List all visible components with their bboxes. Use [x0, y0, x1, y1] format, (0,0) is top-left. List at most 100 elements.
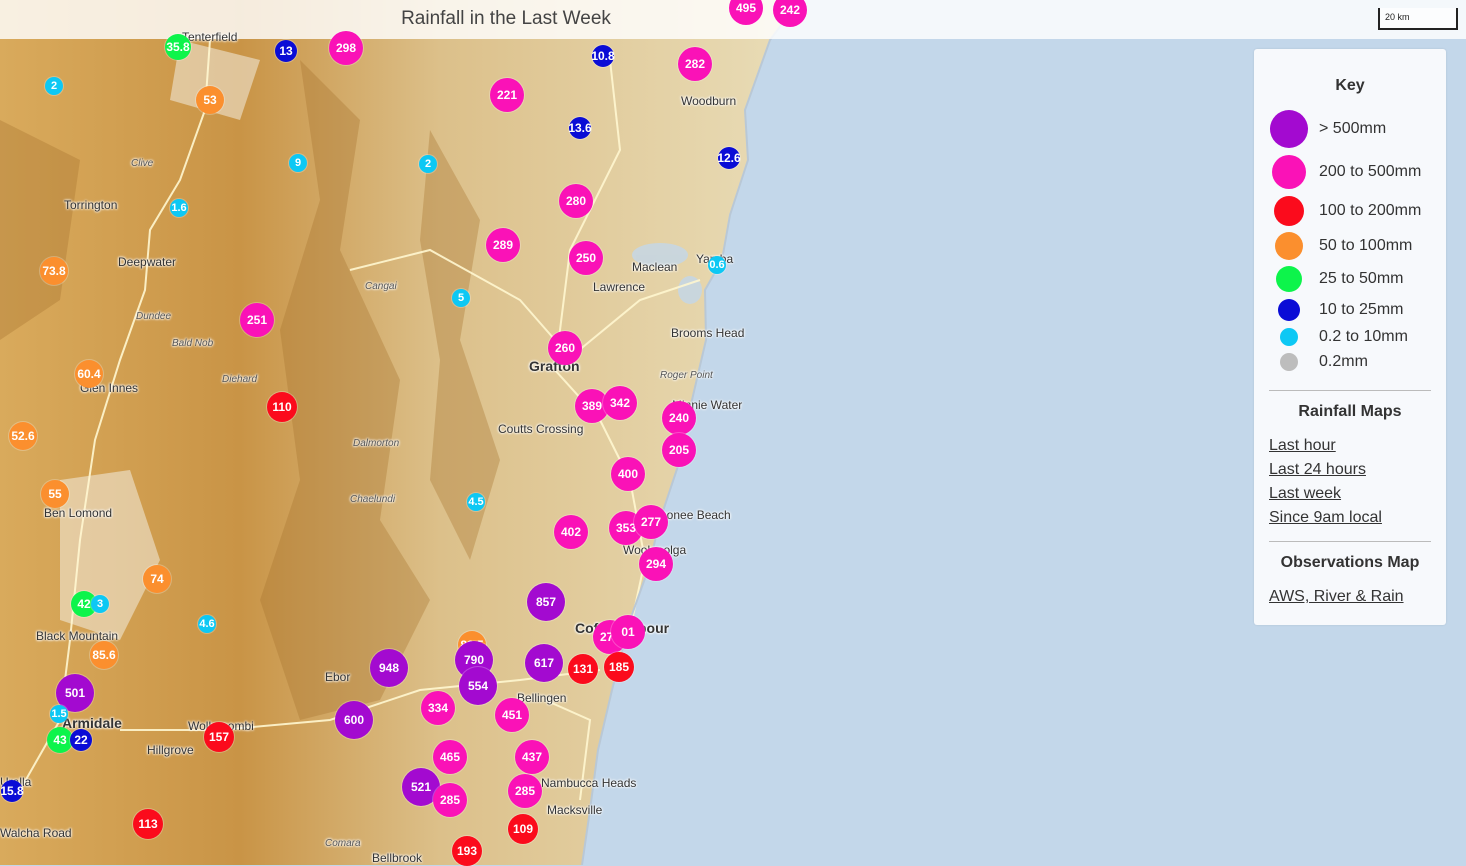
place-label: Brooms Head	[671, 326, 745, 340]
place-label: Diehard	[222, 374, 258, 385]
rainfall-marker[interactable]: 13	[275, 40, 297, 62]
observations-map-title: Observations Map	[1280, 554, 1420, 571]
legend-panel: Key > 500mm 200 to 500mm 100 to 200mm 50 to…	[1254, 49, 1446, 625]
legend-label: > 500mm	[1319, 120, 1387, 137]
rainfall-marker[interactable]: 01	[611, 615, 645, 649]
rainfall-marker[interactable]: 4.5	[467, 493, 485, 511]
link-last-week[interactable]: Last week	[1269, 485, 1341, 503]
map-title: Rainfall in the Last Week	[401, 8, 611, 29]
legend-swatch	[1272, 155, 1306, 189]
link-since-9am-local[interactable]: Since 9am local	[1269, 509, 1382, 527]
rainfall-marker[interactable]: 22	[70, 729, 92, 751]
rainfall-marker[interactable]: 857	[527, 583, 565, 621]
rainfall-marker[interactable]: 3	[91, 595, 109, 613]
legend-swatch	[1274, 196, 1304, 226]
rainfall-maps-title: Rainfall Maps	[1298, 403, 1402, 420]
rainfall-marker[interactable]: 277	[634, 505, 668, 539]
rainfall-marker[interactable]: 600	[335, 701, 373, 739]
legend-key-item: 50 to 100mm	[1269, 232, 1412, 260]
rainfall-marker[interactable]: 10.8	[591, 45, 615, 67]
rainfall-marker[interactable]: 73.8	[40, 257, 68, 285]
legend-swatch	[1276, 266, 1302, 292]
rainfall-marker[interactable]: 185	[604, 652, 634, 682]
place-label: Roger Point	[660, 370, 713, 381]
rainfall-marker[interactable]: 285	[433, 783, 467, 817]
legend-key-item: 25 to 50mm	[1269, 266, 1403, 292]
rainfall-marker[interactable]: 617	[525, 644, 563, 682]
rainfall-marker[interactable]: 35.8	[165, 34, 191, 60]
rainfall-marker[interactable]: 2	[419, 155, 437, 173]
rainfall-marker[interactable]: 294	[639, 547, 673, 581]
rainfall-marker[interactable]: 205	[662, 433, 696, 467]
place-label: Clive	[131, 158, 154, 169]
place-label: Dalmorton	[353, 438, 400, 449]
rainfall-marker[interactable]: 948	[370, 649, 408, 687]
rainfall-marker[interactable]: 4.6	[198, 615, 216, 633]
place-label: Lawrence	[593, 280, 646, 294]
rainfall-marker[interactable]: 1.5	[50, 705, 68, 723]
rainfall-marker[interactable]: 400	[611, 457, 645, 491]
legend-key-item: 10 to 25mm	[1269, 299, 1403, 321]
legend-swatch	[1270, 110, 1308, 148]
rainfall-marker[interactable]: 113	[133, 809, 163, 839]
legend-label: 25 to 50mm	[1319, 270, 1404, 287]
place-label: Walcha Road	[0, 826, 72, 840]
rainfall-marker[interactable]: 221	[490, 78, 524, 112]
rainfall-marker[interactable]: 5	[452, 289, 470, 307]
rainfall-marker[interactable]: 13.6	[568, 117, 592, 139]
rainfall-marker[interactable]: 240	[662, 401, 696, 435]
rainfall-marker[interactable]: 260	[548, 331, 582, 365]
rainfall-marker[interactable]: 53	[196, 86, 224, 114]
rainfall-marker[interactable]: 451	[495, 698, 529, 732]
rainfall-marker[interactable]: 334	[421, 691, 455, 725]
place-label: Deepwater	[118, 255, 177, 269]
rainfall-marker[interactable]: 289	[486, 228, 520, 262]
rainfall-marker[interactable]: 109	[508, 814, 538, 844]
link-aws-river-rain[interactable]: AWS, River & Rain	[1269, 588, 1404, 606]
place-label: Torrington	[64, 198, 118, 212]
rainfall-marker[interactable]: 282	[678, 47, 712, 81]
rainfall-marker[interactable]: 437	[515, 740, 549, 774]
rainfall-marker[interactable]: 193	[452, 836, 482, 866]
place-label: Ebor	[325, 670, 351, 684]
rainfall-marker[interactable]: 554	[459, 667, 497, 705]
legend-key-item: 0.2 to 10mm	[1269, 328, 1408, 346]
legend-swatch	[1278, 299, 1300, 321]
link-last-24-hours[interactable]: Last 24 hours	[1269, 461, 1366, 479]
rainfall-marker[interactable]: 131	[568, 654, 598, 684]
legend-label: 0.2 to 10mm	[1319, 328, 1408, 345]
rainfall-marker[interactable]: 74	[143, 565, 171, 593]
link-last-hour[interactable]: Last hour	[1269, 437, 1336, 455]
legend-swatch	[1275, 232, 1303, 260]
legend-swatch	[1280, 328, 1298, 346]
rainfall-marker[interactable]: 1.6	[170, 199, 188, 217]
rainfall-marker[interactable]: 465	[433, 740, 467, 774]
rainfall-marker[interactable]: 12.6	[717, 147, 741, 169]
rainfall-marker[interactable]: 285	[508, 774, 542, 808]
place-label: Coutts Crossing	[498, 422, 584, 436]
legend-label: 200 to 500mm	[1319, 163, 1422, 180]
place-label: Ben Lomond	[44, 506, 113, 520]
legend-label: 0.2mm	[1319, 353, 1368, 370]
rainfall-marker[interactable]: 250	[569, 241, 603, 275]
legend-label: 100 to 200mm	[1319, 202, 1422, 219]
rainfall-marker[interactable]: 280	[559, 184, 593, 218]
rainfall-marker[interactable]: 15.8	[0, 780, 24, 802]
rainfall-marker[interactable]: 55	[41, 480, 69, 508]
rainfall-marker[interactable]: 85.6	[90, 641, 118, 669]
legend-key-item: 0.2mm	[1269, 353, 1368, 371]
legend-title: Key	[1335, 77, 1365, 94]
rainfall-marker[interactable]: 251	[240, 303, 274, 337]
rainfall-marker[interactable]: 0.6	[708, 256, 726, 274]
rainfall-marker[interactable]: 60.4	[75, 360, 103, 388]
rainfall-marker[interactable]: 2	[45, 77, 63, 95]
rainfall-marker[interactable]: 52.6	[9, 422, 37, 450]
rainfall-marker[interactable]: 9	[289, 154, 307, 172]
legend-label: 50 to 100mm	[1319, 237, 1413, 254]
rainfall-marker[interactable]: 110	[267, 392, 297, 422]
rainfall-marker[interactable]: 402	[554, 515, 588, 549]
legend-key-item: > 500mm	[1269, 110, 1386, 148]
rainfall-marker[interactable]: 157	[204, 722, 234, 752]
rainfall-marker[interactable]: 298	[329, 31, 363, 65]
rainfall-marker[interactable]: 342	[603, 386, 637, 420]
